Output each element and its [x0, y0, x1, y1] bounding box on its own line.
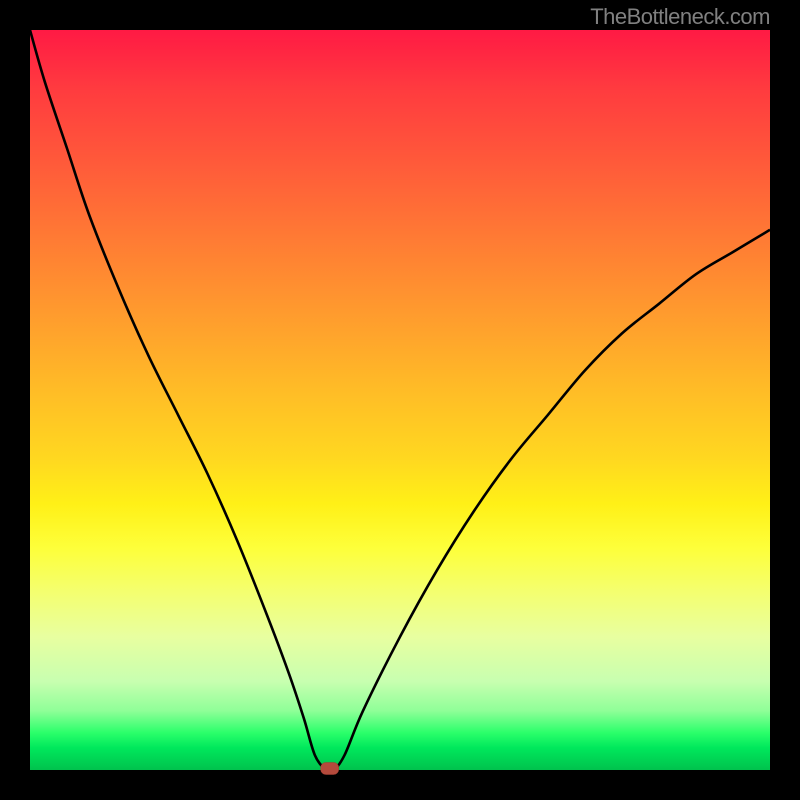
watermark-label: TheBottleneck.com: [590, 4, 770, 30]
optimal-marker: [321, 763, 339, 775]
mismatch-curve: [30, 30, 770, 772]
plot-area: [30, 30, 770, 770]
curve-svg: [30, 30, 770, 770]
chart-frame: TheBottleneck.com: [0, 0, 800, 800]
